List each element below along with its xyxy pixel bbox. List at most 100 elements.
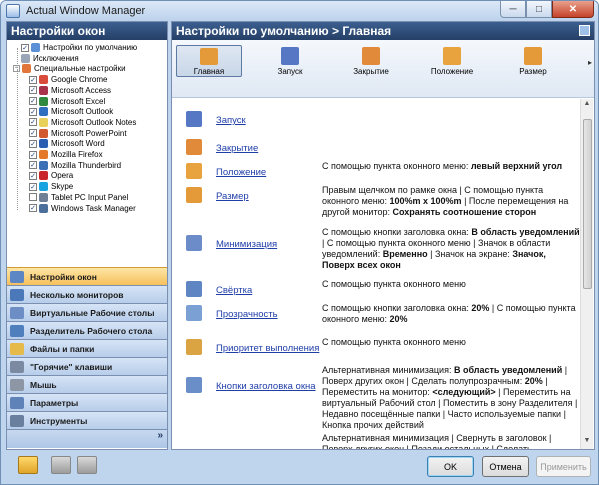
nav-item[interactable]: Файлы и папки — [7, 339, 167, 357]
nav-item[interactable]: "Горячие" клавиши — [7, 357, 167, 375]
tree-node[interactable]: ✓ Настройки по умолчанию — [21, 42, 137, 53]
undo-icon[interactable] — [51, 456, 71, 474]
size-icon — [186, 187, 202, 203]
nav-item-label: Разделитель Рабочего стола — [30, 325, 153, 336]
toolbar-button-label: Запуск — [277, 67, 303, 76]
restore-panel-icon[interactable] — [579, 25, 590, 36]
tree-node[interactable]: Tablet PC Input Panel — [29, 192, 128, 203]
tree-connector — [17, 48, 18, 70]
settings-description: С помощью пункта оконного меню — [322, 279, 466, 289]
checkbox[interactable]: ✓ — [29, 75, 37, 84]
settings-description: С помощью кнопки заголовка окна: В облас… — [322, 227, 580, 270]
nav-item[interactable]: Виртуальные Рабочие столы — [7, 303, 167, 321]
size-icon — [524, 47, 542, 65]
toolbar-button[interactable]: Запуск — [257, 45, 323, 77]
ok-button[interactable]: OK — [427, 456, 474, 477]
settings-link[interactable]: Запуск — [216, 115, 246, 126]
tree-node[interactable]: ✓ Google Chrome — [29, 74, 107, 85]
checkbox[interactable]: ✓ — [29, 171, 37, 180]
settings-link[interactable]: Прозрачность — [216, 309, 278, 320]
tree-node[interactable]: ✓ Opera — [29, 170, 73, 181]
breadcrumb: Настройки по умолчанию > Главная — [172, 22, 594, 40]
checkbox[interactable]: ✓ — [29, 182, 37, 191]
tree-node[interactable]: − Специальные настройки — [13, 63, 126, 74]
settings-link[interactable]: Размер — [216, 191, 249, 202]
close-window-icon — [362, 47, 380, 65]
redo-icon[interactable] — [77, 456, 97, 474]
tree-node[interactable]: ✓ Microsoft Excel — [29, 96, 105, 107]
tree-node[interactable]: ✓ Microsoft Word — [29, 138, 105, 149]
scroll-up-icon[interactable]: ▲ — [581, 100, 593, 111]
settings-link[interactable]: Свёртка — [216, 285, 252, 296]
close-button[interactable]: ✕ — [552, 1, 594, 18]
nav-item[interactable]: Мышь — [7, 375, 167, 393]
settings-link[interactable]: Положение — [216, 167, 266, 178]
minimize-button[interactable]: ─ — [500, 1, 526, 18]
nav-item[interactable]: Разделитель Рабочего стола — [7, 321, 167, 339]
navigation-pane: Настройки окон Несколько мониторов Виртуал… — [7, 267, 167, 449]
tree-node[interactable]: ✓ Skype — [29, 181, 73, 192]
tree-node[interactable]: ✓ Microsoft Access — [29, 85, 111, 96]
tree-node[interactable]: ✓ Mozilla Firefox — [29, 149, 103, 160]
nav-item[interactable]: Настройки окон — [7, 267, 167, 285]
left-panel-title: Настройки окон — [7, 22, 167, 40]
checkbox[interactable]: ✓ — [29, 161, 37, 170]
startup-icon — [281, 47, 299, 65]
tree-node[interactable]: ✓ Microsoft Outlook — [29, 106, 113, 117]
skype-icon — [39, 182, 48, 192]
cancel-button[interactable]: Отмена — [482, 456, 529, 477]
tree-node[interactable]: ✓ Microsoft PowerPoint — [29, 128, 127, 139]
settings-link[interactable]: Кнопки заголовка окна — [216, 381, 316, 392]
toolbar-button[interactable]: Размер — [500, 45, 566, 77]
thunderbird-icon — [39, 160, 48, 170]
nav-item-label: Виртуальные Рабочие столы — [30, 307, 155, 318]
toolbar-button[interactable]: Закрытие — [338, 45, 404, 77]
tree-node-label: Microsoft Outlook — [51, 107, 114, 117]
title-buttons-icon — [186, 377, 202, 393]
help-icon[interactable] — [18, 456, 38, 474]
nav-item[interactable]: Инструменты — [7, 411, 167, 429]
settings-link[interactable]: Минимизация — [216, 239, 277, 250]
tree-node[interactable]: ✓ Microsoft Outlook Notes — [29, 117, 136, 128]
nav-item[interactable]: Параметры — [7, 393, 167, 411]
tree-node[interactable]: ✓ Windows Task Manager — [29, 203, 136, 214]
checkbox[interactable]: ✓ — [29, 107, 37, 116]
scroll-thumb[interactable] — [583, 119, 592, 289]
nav-item-label: Настройки окон — [30, 271, 97, 282]
settings-description: Альтернативная минимизация: В область ув… — [322, 365, 578, 430]
minimize-icon — [186, 235, 202, 251]
close-window-icon — [186, 139, 202, 155]
outlook-notes-icon — [39, 117, 48, 127]
desktop-divider-icon — [10, 324, 24, 337]
scroll-down-icon[interactable]: ▼ — [581, 437, 593, 448]
checkbox[interactable]: ✓ — [29, 86, 37, 95]
tree-node[interactable]: ✓ Mozilla Thunderbird — [29, 160, 121, 171]
nav-item[interactable]: Несколько мониторов — [7, 285, 167, 303]
app-window: Actual Window Manager ─ □ ✕ Настройки ок… — [0, 0, 599, 485]
monitors-icon — [10, 288, 24, 301]
checkbox[interactable]: ✓ — [21, 43, 29, 52]
nav-more-button[interactable]: » — [7, 429, 167, 448]
toolbar-scroll-arrow-icon[interactable]: ▸ — [588, 58, 592, 67]
window-title: Actual Window Manager — [26, 5, 146, 17]
checkbox[interactable]: ✓ — [29, 118, 37, 127]
opera-icon — [39, 171, 48, 181]
settings-link[interactable]: Закрытие — [216, 143, 258, 154]
checkbox[interactable]: ✓ — [29, 150, 37, 159]
checkbox[interactable]: ✓ — [29, 97, 37, 105]
tree-node[interactable]: Исключения — [21, 53, 79, 64]
toolbar-button[interactable]: Главная — [176, 45, 242, 77]
checkbox[interactable]: ✓ — [29, 139, 37, 148]
title-bar[interactable]: Actual Window Manager ─ □ ✕ — [1, 1, 598, 21]
settings-link[interactable]: Приоритет выполнения — [216, 343, 319, 354]
maximize-button[interactable]: □ — [526, 1, 552, 18]
tree-node-label: Google Chrome — [51, 75, 108, 85]
checkbox[interactable]: ✓ — [29, 129, 37, 138]
toolbar-button[interactable]: Положение — [419, 45, 485, 77]
apply-button[interactable]: Применить — [536, 456, 591, 477]
vertical-scrollbar[interactable]: ▲ ▼ — [580, 99, 593, 449]
checkbox[interactable]: ✓ — [29, 204, 37, 212]
tree-node-label: Специальные настройки — [34, 64, 126, 74]
left-panel: Настройки окон ✓ Настройки по умолчанию Ис… — [6, 21, 168, 450]
checkbox[interactable] — [29, 193, 37, 202]
